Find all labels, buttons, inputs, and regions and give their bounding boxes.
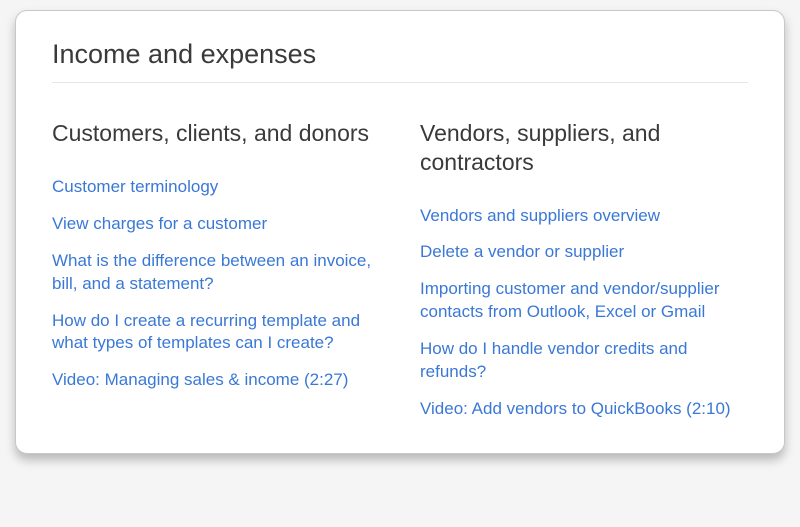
help-card: Income and expenses Customers, clients, …	[15, 10, 785, 454]
section-heading-vendors: Vendors, suppliers, and contractors	[420, 119, 748, 177]
help-link[interactable]: Vendors and suppliers overview	[420, 205, 748, 228]
columns: Customers, clients, and donors Customer …	[52, 119, 748, 421]
page-title: Income and expenses	[52, 39, 748, 83]
help-link[interactable]: View charges for a customer	[52, 213, 380, 236]
help-link[interactable]: Importing customer and vendor/supplier c…	[420, 278, 748, 324]
help-link[interactable]: Video: Add vendors to QuickBooks (2:10)	[420, 398, 748, 421]
help-link[interactable]: How do I handle vendor credits and refun…	[420, 338, 748, 384]
help-link[interactable]: What is the difference between an invoic…	[52, 250, 380, 296]
link-list-customers: Customer terminology View charges for a …	[52, 176, 380, 393]
help-link[interactable]: Delete a vendor or supplier	[420, 241, 748, 264]
column-vendors: Vendors, suppliers, and contractors Vend…	[420, 119, 748, 421]
column-customers: Customers, clients, and donors Customer …	[52, 119, 380, 421]
help-link[interactable]: Customer terminology	[52, 176, 380, 199]
help-link[interactable]: How do I create a recurring template and…	[52, 310, 380, 356]
link-list-vendors: Vendors and suppliers overview Delete a …	[420, 205, 748, 422]
section-heading-customers: Customers, clients, and donors	[52, 119, 380, 148]
help-link[interactable]: Video: Managing sales & income (2:27)	[52, 369, 380, 392]
